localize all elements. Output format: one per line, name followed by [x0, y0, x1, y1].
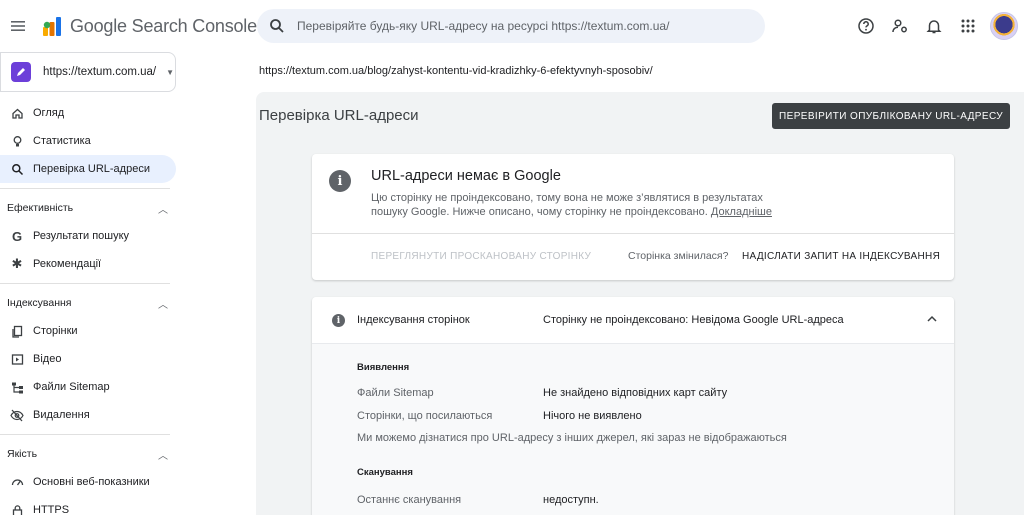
lock-icon	[10, 503, 24, 515]
google-g-icon: G	[11, 228, 23, 244]
section-label: Ефективність	[7, 202, 74, 214]
inspection-content: Перевірка URL-адреси ПЕРЕВІРИТИ ОПУБЛІКО…	[256, 92, 1024, 515]
view-crawled-page-button: ПЕРЕГЛЯНУТИ ПРОСКАНОВАНУ СТОРІНКУ	[371, 251, 592, 262]
sidebar-item-sitemaps[interactable]: Файли Sitemap	[0, 373, 176, 401]
url-inspect-search[interactable]	[257, 9, 765, 43]
sidebar-item-url-inspection[interactable]: Перевірка URL-адреси	[0, 155, 176, 183]
sidebar-item-recommendations[interactable]: ✱ Рекомендації	[0, 250, 176, 278]
status-card: i URL-адреси немає в Google Цю сторінку …	[312, 154, 954, 280]
search-icon	[10, 162, 24, 176]
sidebar-item-videos[interactable]: Відео	[0, 345, 176, 373]
divider	[0, 434, 170, 435]
test-live-url-button[interactable]: ПЕРЕВІРИТИ ОПУБЛІКОВАНУ URL-АДРЕСУ	[772, 103, 1010, 129]
inspected-url: https://textum.com.ua/blog/zahyst-konten…	[259, 65, 653, 77]
referring-pages-label: Сторінки, що посилаються	[357, 410, 493, 422]
search-console-logo-icon	[43, 17, 61, 36]
avatar[interactable]	[990, 12, 1018, 40]
status-description: Цю сторінку не проіндексовано, тому вона…	[371, 191, 791, 219]
menu-icon[interactable]	[6, 14, 30, 38]
learn-more-link[interactable]: Докладніше	[711, 206, 772, 218]
top-bar: Google Search Console	[0, 0, 1024, 52]
eye-off-icon	[10, 408, 24, 422]
sidebar-item-https[interactable]: HTTPS	[0, 496, 176, 515]
divider	[0, 188, 170, 189]
sidebar-item-label: Сторінки	[33, 325, 78, 337]
sidebar-item-core-web-vitals[interactable]: Основні веб-показники	[0, 468, 176, 496]
caret-down-icon: ▼	[166, 67, 175, 77]
sitemap-icon	[10, 380, 24, 394]
request-indexing-button[interactable]: НАДІСЛАТИ ЗАПИТ НА ІНДЕКСУВАННЯ	[742, 251, 940, 262]
crawl-heading: Сканування	[357, 467, 413, 478]
chevron-up-icon: ︿	[158, 450, 168, 462]
page-indexing-card: i Індексування сторінок Сторінку не проі…	[312, 297, 954, 515]
sidebar-item-search-results[interactable]: G Результати пошуку	[0, 222, 176, 250]
sidebar-item-label: Огляд	[33, 107, 65, 119]
sidebar-item-label: Результати пошуку	[33, 230, 130, 242]
main-area: https://textum.com.ua/blog/zahyst-konten…	[176, 52, 1024, 515]
sidebar-item-label: Відео	[33, 353, 62, 365]
section-performance[interactable]: Ефективність ︿	[0, 196, 176, 220]
last-crawl-label: Останнє сканування	[357, 494, 462, 506]
last-crawl-value: недоступн.	[543, 494, 599, 506]
section-label: Індексування	[7, 297, 72, 309]
header-actions	[848, 10, 1024, 42]
referring-pages-value: Нічого не виявлено	[543, 410, 642, 422]
sidebar: https://textum.com.ua/ ▼ Огляд Статистик…	[0, 52, 176, 515]
page-title: Перевірка URL-адреси	[259, 107, 419, 124]
divider	[0, 283, 170, 284]
search-input[interactable]	[297, 19, 737, 33]
page-indexing-status: Сторінку не проіндексовано: Невідома Goo…	[543, 314, 844, 326]
chevron-up-icon: ︿	[158, 299, 168, 311]
sidebar-item-pages[interactable]: Сторінки	[0, 317, 176, 345]
sidebar-item-insights[interactable]: Статистика	[0, 127, 176, 155]
sitemaps-label: Файли Sitemap	[357, 387, 434, 399]
property-selector[interactable]: https://textum.com.ua/ ▼	[0, 52, 176, 92]
info-icon: i	[329, 170, 351, 192]
divider	[312, 233, 954, 234]
apps-grid-icon[interactable]	[952, 10, 984, 42]
chevron-up-icon[interactable]	[924, 311, 940, 327]
property-icon	[11, 62, 31, 82]
logo-text: Google Search Console	[70, 15, 257, 36]
video-icon	[10, 352, 24, 366]
sparkle-icon: ✱	[11, 256, 23, 271]
sidebar-item-removals[interactable]: Видалення	[0, 401, 176, 429]
help-icon[interactable]	[850, 10, 882, 42]
section-experience[interactable]: Якість ︿	[0, 442, 176, 466]
discovery-note: Ми можемо дізнатися про URL-адресу з інш…	[357, 432, 787, 444]
page-indexing-details: Виявлення Файли Sitemap Не знайдено відп…	[312, 343, 954, 515]
section-indexing[interactable]: Індексування ︿	[0, 291, 176, 315]
property-label: https://textum.com.ua/	[43, 66, 157, 78]
pages-icon	[10, 324, 24, 338]
user-settings-icon[interactable]	[884, 10, 916, 42]
sidebar-item-label: Основні веб-показники	[33, 476, 150, 488]
sidebar-item-label: Статистика	[33, 135, 91, 147]
page-indexing-header[interactable]: i Індексування сторінок Сторінку не проі…	[312, 297, 954, 343]
status-desc-text: Цю сторінку не проіндексовано, тому вона…	[371, 192, 763, 218]
home-icon	[10, 106, 24, 120]
sidebar-item-label: HTTPS	[33, 504, 70, 515]
search-console-logo[interactable]: Google Search Console	[40, 14, 257, 38]
status-title: URL-адреси немає в Google	[371, 168, 561, 184]
section-label: Якість	[7, 448, 38, 460]
info-icon: i	[332, 314, 345, 327]
discovery-heading: Виявлення	[357, 362, 410, 373]
lightbulb-icon	[10, 134, 24, 148]
search-icon	[269, 18, 285, 34]
sidebar-item-label: Перевірка URL-адреси	[33, 163, 150, 175]
notifications-icon[interactable]	[918, 10, 950, 42]
sidebar-item-overview[interactable]: Огляд	[0, 99, 176, 127]
sidebar-item-label: Видалення	[33, 409, 90, 421]
gauge-icon	[10, 475, 24, 489]
sitemaps-value: Не знайдено відповідних карт сайту	[543, 387, 728, 399]
sidebar-item-label: Рекомендації	[33, 258, 102, 270]
sidebar-item-label: Файли Sitemap	[33, 381, 110, 393]
chevron-up-icon: ︿	[158, 204, 168, 216]
page-indexing-label: Індексування сторінок	[357, 314, 470, 326]
page-changed-label: Сторінка змінилася?	[628, 250, 729, 262]
